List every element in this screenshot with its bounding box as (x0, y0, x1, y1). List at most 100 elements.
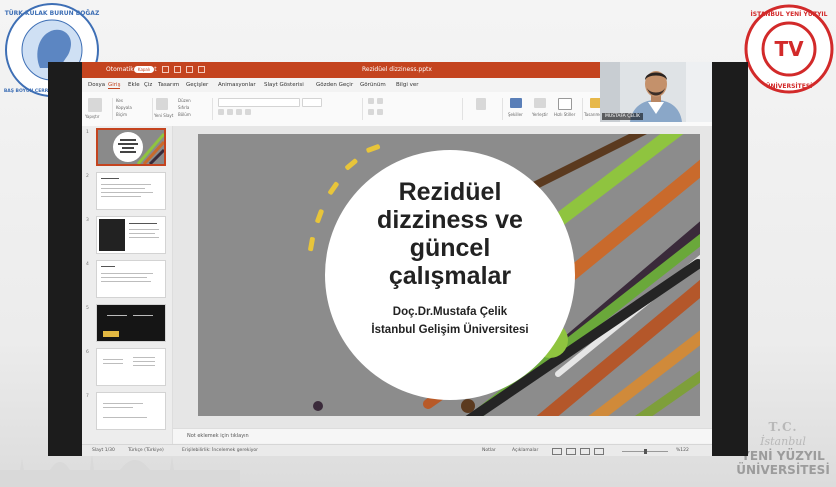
thumb-number: 2 (86, 174, 89, 179)
slide-sorter-icon[interactable] (566, 448, 576, 455)
slide-thumbnail-4[interactable] (96, 260, 166, 298)
thumb-accent (103, 331, 119, 337)
slide-thumbnail-1[interactable] (96, 128, 166, 166)
shapes-label: Şekiller (508, 112, 523, 117)
zoom-slider-handle[interactable] (644, 449, 647, 454)
paragraph-group (362, 98, 463, 120)
thumb-line (107, 315, 127, 316)
arrange-icon[interactable] (534, 98, 546, 108)
font-size-select[interactable] (302, 98, 322, 107)
thumb-line (103, 407, 133, 408)
underline-icon[interactable] (236, 109, 242, 115)
thumb-line (133, 315, 153, 316)
section-button[interactable]: Bölüm (178, 112, 191, 117)
file-name: Rezidüel dizziness.pptx (362, 66, 432, 73)
slide-title-line: Rezidüel (398, 178, 502, 206)
tab-draw[interactable]: Çiz (144, 82, 152, 88)
align-left-icon[interactable] (368, 109, 374, 115)
tab-view[interactable]: Görünüm (360, 82, 386, 88)
language-indicator[interactable]: Türkçe (Türkiye) (128, 448, 164, 453)
dictate-group (462, 98, 503, 120)
thumb-line (101, 273, 153, 274)
drawing-group: Şekiller Yerleştir Hızlı Stiller (502, 98, 583, 120)
bullets-icon[interactable] (368, 98, 374, 104)
arrange-label: Yerleştir (532, 112, 548, 117)
tab-tell-me[interactable]: Bilgi ver (396, 82, 419, 88)
shapes-icon[interactable] (510, 98, 522, 108)
reading-view-icon[interactable] (580, 448, 590, 455)
thumb-line (103, 403, 143, 404)
tab-design[interactable]: Tasarım (158, 82, 179, 88)
copy-button[interactable]: Kopyala (116, 105, 132, 110)
format-painter-button[interactable]: Biçim (116, 112, 127, 117)
thumb-1-art (98, 130, 164, 164)
bold-icon[interactable] (218, 109, 224, 115)
undo-icon[interactable] (174, 66, 181, 73)
slide-thumbnail-6[interactable] (96, 348, 166, 386)
thumb-line (133, 357, 155, 358)
slide-author[interactable]: Doç.Dr.Mustafa Çelik (338, 306, 562, 318)
slide-thumbnail-5[interactable] (96, 304, 166, 342)
slide-counter: Slayt 1/30 (92, 448, 115, 453)
slide-title-line: güncel (409, 234, 491, 262)
new-slide-label: Yeni Slayt (154, 113, 174, 118)
thumb-line (103, 363, 123, 364)
dictate-icon[interactable] (476, 98, 486, 110)
slide-title[interactable]: Rezidüel dizziness ve güncel çalışmalar (338, 178, 562, 290)
tab-review[interactable]: Gözden Geçir (316, 82, 353, 88)
svg-text:TV: TV (774, 37, 804, 61)
thumb-number: 1 (86, 130, 89, 135)
present-icon[interactable] (198, 66, 205, 73)
layout-button[interactable]: Düzen (178, 98, 191, 103)
thumb-line (133, 365, 155, 366)
tab-file[interactable]: Dosya (88, 82, 105, 88)
tab-transitions[interactable]: Geçişler (186, 82, 208, 88)
thumb-line (103, 417, 147, 418)
thumb-number: 4 (86, 262, 89, 267)
redo-icon[interactable] (186, 66, 193, 73)
thumb-number: 6 (86, 350, 89, 355)
presenter-name-tag: MUSTAFA ÇELİK (602, 113, 643, 120)
save-icon[interactable] (162, 66, 169, 73)
thumb-number: 7 (86, 394, 89, 399)
paste-icon[interactable] (88, 98, 102, 112)
tab-animations[interactable]: Animasyonlar (218, 82, 256, 88)
notes-button[interactable]: Notlar (482, 448, 496, 453)
tab-slideshow[interactable]: Slayt Gösterisi (264, 82, 304, 88)
thumb-line (101, 266, 115, 267)
slide-thumbnail-2[interactable] (96, 172, 166, 210)
clipboard-small-group: Kes Kopyala Biçim (112, 98, 153, 120)
comments-button[interactable]: Açıklamalar (512, 448, 538, 453)
autosave-toggle[interactable]: Kapalı (134, 66, 154, 73)
paste-label: Yapıştır (85, 114, 100, 119)
slide-title-line: dizziness ve (377, 206, 523, 234)
notes-placeholder: Not eklemek için tıklayın (187, 433, 249, 439)
notes-pane[interactable]: Not eklemek için tıklayın (173, 428, 712, 443)
slide-thumbnail-3[interactable] (96, 216, 166, 254)
cut-button[interactable]: Kes (116, 98, 123, 103)
thumb-line (129, 223, 157, 224)
italic-icon[interactable] (227, 109, 233, 115)
normal-view-icon[interactable] (552, 448, 562, 455)
align-center-icon[interactable] (377, 109, 383, 115)
thumb-line (129, 233, 155, 234)
new-slide-icon[interactable] (156, 98, 168, 110)
strikethrough-icon[interactable] (245, 109, 251, 115)
accessibility-indicator[interactable]: Erişilebilirlik: İncelemek gerekiyor (182, 448, 258, 453)
zoom-level[interactable]: %122 (676, 448, 689, 453)
reset-button[interactable]: Sıfırla (178, 105, 189, 110)
tab-insert[interactable]: Ekle (128, 82, 140, 88)
presenter-webcam: MUSTAFA ÇELİK (600, 62, 712, 122)
slideshow-view-icon[interactable] (594, 448, 604, 455)
current-slide[interactable]: Rezidüel dizziness ve güncel çalışmalar … (198, 134, 700, 416)
thumb-line (129, 237, 159, 238)
quick-styles-icon[interactable] (558, 98, 572, 110)
clipboard-group: Yapıştır (82, 98, 113, 120)
font-family-select[interactable] (218, 98, 300, 107)
numbering-icon[interactable] (377, 98, 383, 104)
slide-thumbnail-7[interactable] (96, 392, 166, 430)
tab-home[interactable]: Giriş (108, 82, 121, 89)
slide-institution[interactable]: İstanbul Gelişim Üniversitesi (338, 324, 562, 336)
thumb-line (101, 277, 147, 278)
thumb-number: 3 (86, 218, 89, 223)
